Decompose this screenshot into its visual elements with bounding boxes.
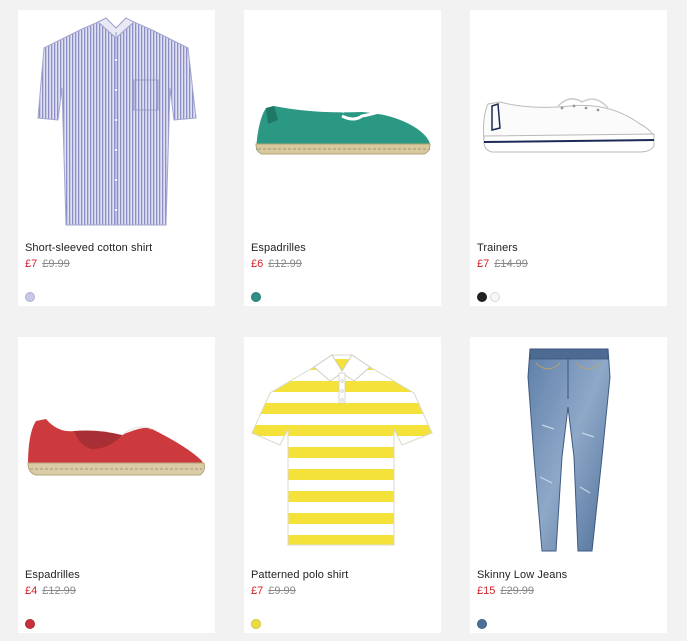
product-image[interactable]: [470, 337, 667, 567]
green-espadrille-image: [255, 92, 431, 155]
short-sleeved-shirt-image: [37, 17, 197, 226]
product-title[interactable]: Espadrilles: [251, 242, 306, 254]
sale-price: £7: [477, 258, 490, 270]
color-swatches: [251, 292, 261, 302]
sale-price: £7: [251, 585, 264, 597]
product-title[interactable]: Espadrilles: [25, 569, 80, 581]
original-price: £29.99: [500, 585, 535, 597]
product-card[interactable]: Patterned polo shirt £7 £9.99: [244, 337, 441, 633]
product-title[interactable]: Skinny Low Jeans: [477, 569, 567, 581]
product-price: £6 £12.99: [251, 258, 302, 270]
red-espadrille-image: [27, 419, 205, 476]
product-price: £7 £9.99: [251, 585, 296, 597]
original-price: £9.99: [42, 258, 70, 270]
color-swatch[interactable]: [251, 292, 261, 302]
color-swatches: [251, 619, 261, 629]
product-card[interactable]: Espadrilles £4 £12.99: [18, 337, 215, 633]
product-price: £15 £29.99: [477, 585, 534, 597]
sale-price: £15: [477, 585, 496, 597]
sale-price: £4: [25, 585, 38, 597]
product-image[interactable]: [470, 10, 667, 240]
product-price: £7 £14.99: [477, 258, 528, 270]
color-swatches: [25, 619, 35, 629]
original-price: £12.99: [42, 585, 76, 597]
sale-price: £7: [25, 258, 38, 270]
product-image[interactable]: [18, 337, 215, 567]
product-price: £7 £9.99: [25, 258, 70, 270]
product-title[interactable]: Short-sleeved cotton shirt: [25, 242, 152, 254]
color-swatches: [25, 292, 35, 302]
original-price: £14.99: [494, 258, 528, 270]
color-swatch[interactable]: [251, 619, 261, 629]
color-swatch[interactable]: [25, 619, 35, 629]
product-card[interactable]: Trainers £7 £14.99: [470, 10, 667, 306]
color-swatch[interactable]: [477, 292, 487, 302]
product-title[interactable]: Trainers: [477, 242, 518, 254]
product-title[interactable]: Patterned polo shirt: [251, 569, 348, 581]
product-image[interactable]: [18, 10, 215, 240]
product-card[interactable]: Skinny Low Jeans £15 £29.99: [470, 337, 667, 633]
product-card[interactable]: Espadrilles £6 £12.99: [244, 10, 441, 306]
color-swatches: [477, 619, 487, 629]
color-swatches: [477, 292, 500, 302]
color-swatch[interactable]: [490, 292, 500, 302]
product-grid: Short-sleeved cotton shirt £7 £9.99 Espad…: [0, 0, 687, 641]
color-swatch[interactable]: [25, 292, 35, 302]
product-price: £4 £12.99: [25, 585, 76, 597]
skinny-jeans-image: [527, 348, 611, 552]
white-trainer-image: [483, 98, 655, 153]
original-price: £12.99: [268, 258, 302, 270]
sale-price: £6: [251, 258, 264, 270]
product-image[interactable]: [244, 10, 441, 240]
original-price: £9.99: [268, 585, 296, 597]
color-swatch[interactable]: [477, 619, 487, 629]
product-card[interactable]: Short-sleeved cotton shirt £7 £9.99: [18, 10, 215, 306]
product-image[interactable]: [244, 337, 441, 567]
striped-polo-image: [251, 354, 433, 546]
